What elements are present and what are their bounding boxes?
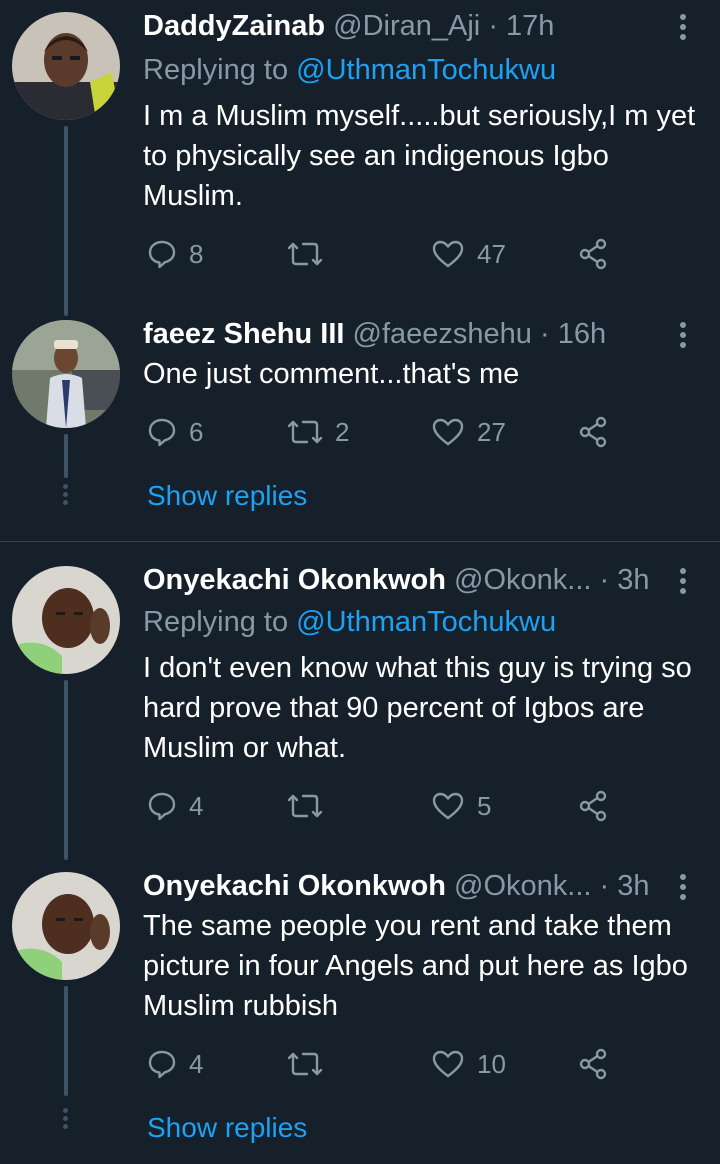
like-icon [432,1050,464,1078]
username[interactable]: @faeezshehu [353,318,532,350]
like-icon [432,792,464,820]
reply-icon [148,240,176,269]
share-button[interactable] [577,786,609,826]
retweet-button[interactable] [287,786,335,826]
reply-count: 8 [189,238,204,269]
share-button[interactable] [577,234,609,274]
replying-to: Replying to @UthmanTochukwu [143,50,556,90]
like-button[interactable]: 47 [431,234,506,274]
like-button[interactable]: 27 [431,412,506,452]
thread-continuation-dots [63,484,69,508]
display-name[interactable]: Onyekachi Okonkwoh [143,870,446,902]
more-options-icon[interactable] [680,568,688,598]
tweet-text: I m a Muslim myself.....but seriously,I … [143,100,696,212]
avatar[interactable] [12,872,120,980]
thread-line [64,986,68,1096]
replying-to-mention[interactable]: @UthmanTochukwu [296,606,556,638]
reply-count: 4 [189,1048,204,1079]
reply-button[interactable]: 8 [147,234,203,274]
replying-to-mention[interactable]: @UthmanTochukwu [296,54,556,86]
timestamp: · 17h [488,10,555,42]
share-button[interactable] [577,1044,609,1084]
thread-line [64,680,68,860]
like-button[interactable]: 10 [431,1044,506,1084]
reply-icon [148,792,176,821]
replying-to: Replying to @UthmanTochukwu [143,602,556,642]
thread-line [64,434,68,478]
show-replies-link[interactable]: Show replies [147,476,307,516]
tweet-header: DaddyZainab @Diran_Aji · 17h [143,6,670,46]
like-count: 10 [477,1048,506,1079]
tweet-header: Onyekachi Okonkwoh @Okonk... · 3h [143,560,670,600]
tweet-actions: 4 10 [143,1044,623,1084]
username[interactable]: @Okonk... [454,564,591,596]
retweet-button[interactable] [287,234,335,274]
share-icon [579,238,607,270]
retweet-button[interactable] [287,1044,335,1084]
show-replies-link[interactable]: Show replies [147,1108,307,1148]
thread-line [64,126,68,316]
reply-button[interactable]: 6 [147,412,203,452]
replying-prefix: Replying to [143,54,297,86]
reply-count: 4 [189,790,204,821]
share-icon [579,790,607,822]
more-options-icon[interactable] [680,874,688,904]
timestamp: · 3h [599,564,650,596]
replying-prefix: Replying to [143,606,297,638]
like-icon [432,240,464,268]
retweet-icon [287,794,323,818]
more-options-icon[interactable] [680,322,688,352]
timestamp: · 3h [599,870,650,902]
reply-button[interactable]: 4 [147,1044,203,1084]
display-name[interactable]: faeez Shehu III [143,318,344,350]
retweet-icon [287,1052,323,1076]
avatar[interactable] [12,320,120,428]
more-options-icon[interactable] [680,14,688,44]
divider [0,541,720,542]
tweet-actions: 4 5 [143,786,623,826]
avatar[interactable] [12,566,120,674]
tweet-text: The same people you rent and take them p… [143,910,688,1022]
username[interactable]: @Okonk... [454,870,591,902]
reply-icon [148,1050,176,1079]
tweet-header: Onyekachi Okonkwoh @Okonk... · 3h [143,866,670,906]
like-icon [432,418,464,446]
username[interactable]: @Diran_Aji [333,10,480,42]
display-name[interactable]: DaddyZainab [143,10,325,42]
reply-icon [148,418,176,447]
tweet-actions: 8 47 [143,234,623,274]
like-button[interactable]: 5 [431,786,491,826]
share-icon [579,416,607,448]
reply-button[interactable]: 4 [147,786,203,826]
retweet-icon [287,242,323,266]
like-count: 27 [477,416,506,447]
like-count: 5 [477,790,492,821]
timestamp: · 16h [539,318,607,350]
thread-continuation-dots [63,1108,69,1132]
display-name[interactable]: Onyekachi Okonkwoh [143,564,446,596]
reply-count: 6 [189,416,204,447]
like-count: 47 [477,238,506,269]
tweet-text: One just comment...that's me [143,358,520,390]
retweet-icon [287,420,323,444]
avatar[interactable] [12,12,120,120]
share-button[interactable] [577,412,609,452]
tweet-header: faeez Shehu III @faeezshehu · 16h [143,314,670,354]
retweet-count: 2 [335,416,350,447]
tweet-text: I don't even know what this guy is tryin… [143,652,692,764]
share-icon [579,1048,607,1080]
retweet-button[interactable]: 2 [287,412,349,452]
tweet-actions: 6 2 27 [143,412,623,452]
